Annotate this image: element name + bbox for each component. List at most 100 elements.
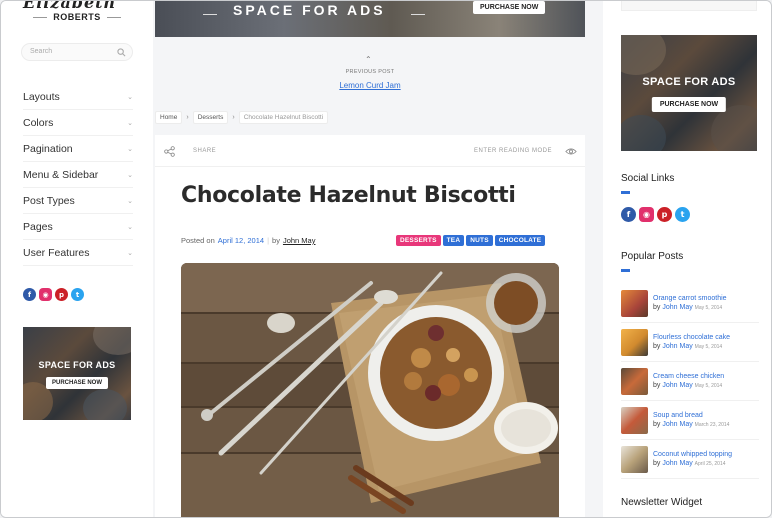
browser-frame: Elizabeth ROBERTS Search Layouts ⌄ Color…: [0, 0, 772, 518]
by-label: by: [653, 460, 661, 467]
sidebar-item-label: Pagination: [23, 142, 73, 155]
post-thumbnail[interactable]: [621, 445, 648, 473]
sidebar-item-menu-sidebar[interactable]: Menu & Sidebar ⌄: [23, 162, 133, 188]
list-item[interactable]: Orange carrot smoothie by John May May 5…: [621, 284, 759, 323]
sidebar-item-pagination[interactable]: Pagination ⌄: [23, 136, 133, 162]
purchase-now-button[interactable]: PURCHASE NOW: [651, 97, 727, 112]
sidebar-item-layouts[interactable]: Layouts ⌄: [23, 84, 133, 110]
ad-banner-top[interactable]: SPACE FOR ADS PURCHASE NOW: [155, 1, 585, 37]
chevron-down-icon: ⌄: [127, 119, 133, 127]
right-sidebar: SPACE FOR ADS PURCHASE NOW Social Links …: [603, 1, 771, 517]
chevron-down-icon: ⌄: [127, 223, 133, 231]
banner-dash-left: [203, 14, 217, 15]
logo-dash-left: [33, 16, 48, 18]
purchase-now-button[interactable]: PURCHASE NOW: [473, 1, 546, 14]
banner-dash-right: [411, 14, 425, 15]
logo-script[interactable]: Elizabeth: [23, 1, 116, 12]
post-tags: DESSERTS TEA NUTS CHOCOLATE: [396, 235, 546, 246]
post-thumbnail[interactable]: [621, 406, 648, 434]
post-author[interactable]: John May: [662, 382, 692, 389]
sidebar-item-label: Menu & Sidebar: [23, 168, 99, 181]
twitter-icon[interactable]: t: [675, 207, 690, 222]
list-item[interactable]: Soup and bread by John May March 23, 201…: [621, 401, 759, 440]
post-author[interactable]: John May: [662, 421, 692, 428]
post-thumbnail[interactable]: [621, 367, 648, 395]
widget-box: [621, 1, 757, 11]
pinterest-icon[interactable]: p: [657, 207, 672, 222]
post-link[interactable]: Soup and bread: [653, 412, 729, 419]
post-thumbnail[interactable]: [621, 289, 648, 317]
post-author[interactable]: John May: [283, 236, 316, 245]
post-link[interactable]: Flourless chocolate cake: [653, 334, 730, 341]
by-label: by: [653, 343, 661, 350]
breadcrumb-home[interactable]: Home: [155, 111, 183, 124]
breadcrumb-desserts[interactable]: Desserts: [192, 111, 229, 124]
reading-mode-button[interactable]: ENTER READING MODE: [474, 148, 552, 154]
post-date: May 5, 2014: [694, 305, 723, 311]
instagram-icon[interactable]: ◉: [639, 207, 654, 222]
facebook-icon[interactable]: f: [621, 207, 636, 222]
eye-icon[interactable]: [565, 147, 577, 156]
tag-desserts[interactable]: DESSERTS: [396, 235, 441, 246]
post-link[interactable]: Orange carrot smoothie: [653, 295, 727, 302]
left-sidebar: Elizabeth ROBERTS Search Layouts ⌄ Color…: [1, 1, 153, 517]
search-input[interactable]: Search: [21, 43, 133, 61]
title-accent: [621, 191, 630, 194]
meta-separator: |: [267, 236, 270, 245]
title-accent: [621, 269, 630, 272]
post-byline: by John May March 23, 2014: [653, 421, 729, 428]
post-meta: Posted on April 12, 2014 | by John May: [181, 236, 315, 245]
post-date[interactable]: April 12, 2014: [218, 236, 264, 245]
chevron-right-icon: ›: [232, 114, 235, 121]
ad-title: SPACE FOR ADS: [642, 76, 736, 88]
previous-post-link[interactable]: Lemon Curd Jam: [301, 81, 439, 90]
facebook-icon[interactable]: f: [23, 288, 36, 301]
granola-photo: [181, 263, 559, 517]
post-date: May 5, 2014: [694, 344, 723, 350]
breadcrumb: Home › Desserts › Chocolate Hazelnut Bis…: [155, 111, 329, 124]
sidebar-item-colors[interactable]: Colors ⌄: [23, 110, 133, 136]
social-links: f ◉ p t: [621, 207, 690, 222]
twitter-icon[interactable]: t: [71, 288, 84, 301]
chevron-down-icon: ⌄: [127, 249, 133, 257]
list-item[interactable]: Cream cheese chicken by John May May 5, …: [621, 362, 759, 401]
social-links: f ◉ p t: [23, 288, 84, 301]
post-thumbnail[interactable]: [621, 328, 648, 356]
pinterest-icon[interactable]: p: [55, 288, 68, 301]
tag-tea[interactable]: TEA: [442, 235, 465, 246]
by-label: by: [272, 236, 280, 245]
sidebar-item-post-types[interactable]: Post Types ⌄: [23, 188, 133, 214]
purchase-now-button[interactable]: PURCHASE NOW: [45, 377, 109, 389]
sidebar-item-pages[interactable]: Pages ⌄: [23, 214, 133, 240]
chevron-down-icon: ⌄: [127, 145, 133, 153]
tag-chocolate[interactable]: CHOCOLATE: [494, 235, 546, 246]
newsletter-title: Newsletter Widget: [621, 497, 703, 508]
post-byline: by John May May 5, 2014: [653, 304, 727, 311]
ad-banner-right[interactable]: SPACE FOR ADS PURCHASE NOW: [621, 35, 757, 151]
share-button[interactable]: SHARE: [193, 148, 216, 154]
popular-posts-list: Orange carrot smoothie by John May May 5…: [621, 284, 759, 479]
post-link[interactable]: Cream cheese chicken: [653, 373, 724, 380]
sidebar-item-label: Colors: [23, 116, 54, 129]
list-item[interactable]: Coconut whipped topping by John May Apri…: [621, 440, 759, 479]
post-author[interactable]: John May: [662, 304, 692, 311]
by-label: by: [653, 421, 661, 428]
tag-nuts[interactable]: NUTS: [466, 235, 493, 246]
logo[interactable]: ROBERTS: [31, 12, 123, 22]
sidebar-item-user-features[interactable]: User Features ⌄: [23, 240, 133, 266]
share-icon[interactable]: [164, 146, 175, 157]
social-links-title: Social Links: [621, 173, 675, 184]
post-card: SHARE ENTER READING MODE Chocolate Hazel…: [155, 135, 585, 517]
sidebar-item-label: Post Types: [23, 194, 75, 207]
search-icon[interactable]: [117, 48, 126, 57]
share-bar: SHARE ENTER READING MODE: [155, 135, 585, 167]
instagram-icon[interactable]: ◉: [39, 288, 52, 301]
sidebar-item-label: Pages: [23, 220, 53, 233]
post-link[interactable]: Coconut whipped topping: [653, 451, 732, 458]
chevron-up-icon[interactable]: ⌃: [365, 55, 372, 64]
ad-banner-left[interactable]: SPACE FOR ADS PURCHASE NOW: [23, 327, 131, 420]
post-author[interactable]: John May: [662, 343, 692, 350]
list-item[interactable]: Flourless chocolate cake by John May May…: [621, 323, 759, 362]
post-date: March 23, 2014: [694, 422, 730, 428]
post-author[interactable]: John May: [662, 460, 692, 467]
